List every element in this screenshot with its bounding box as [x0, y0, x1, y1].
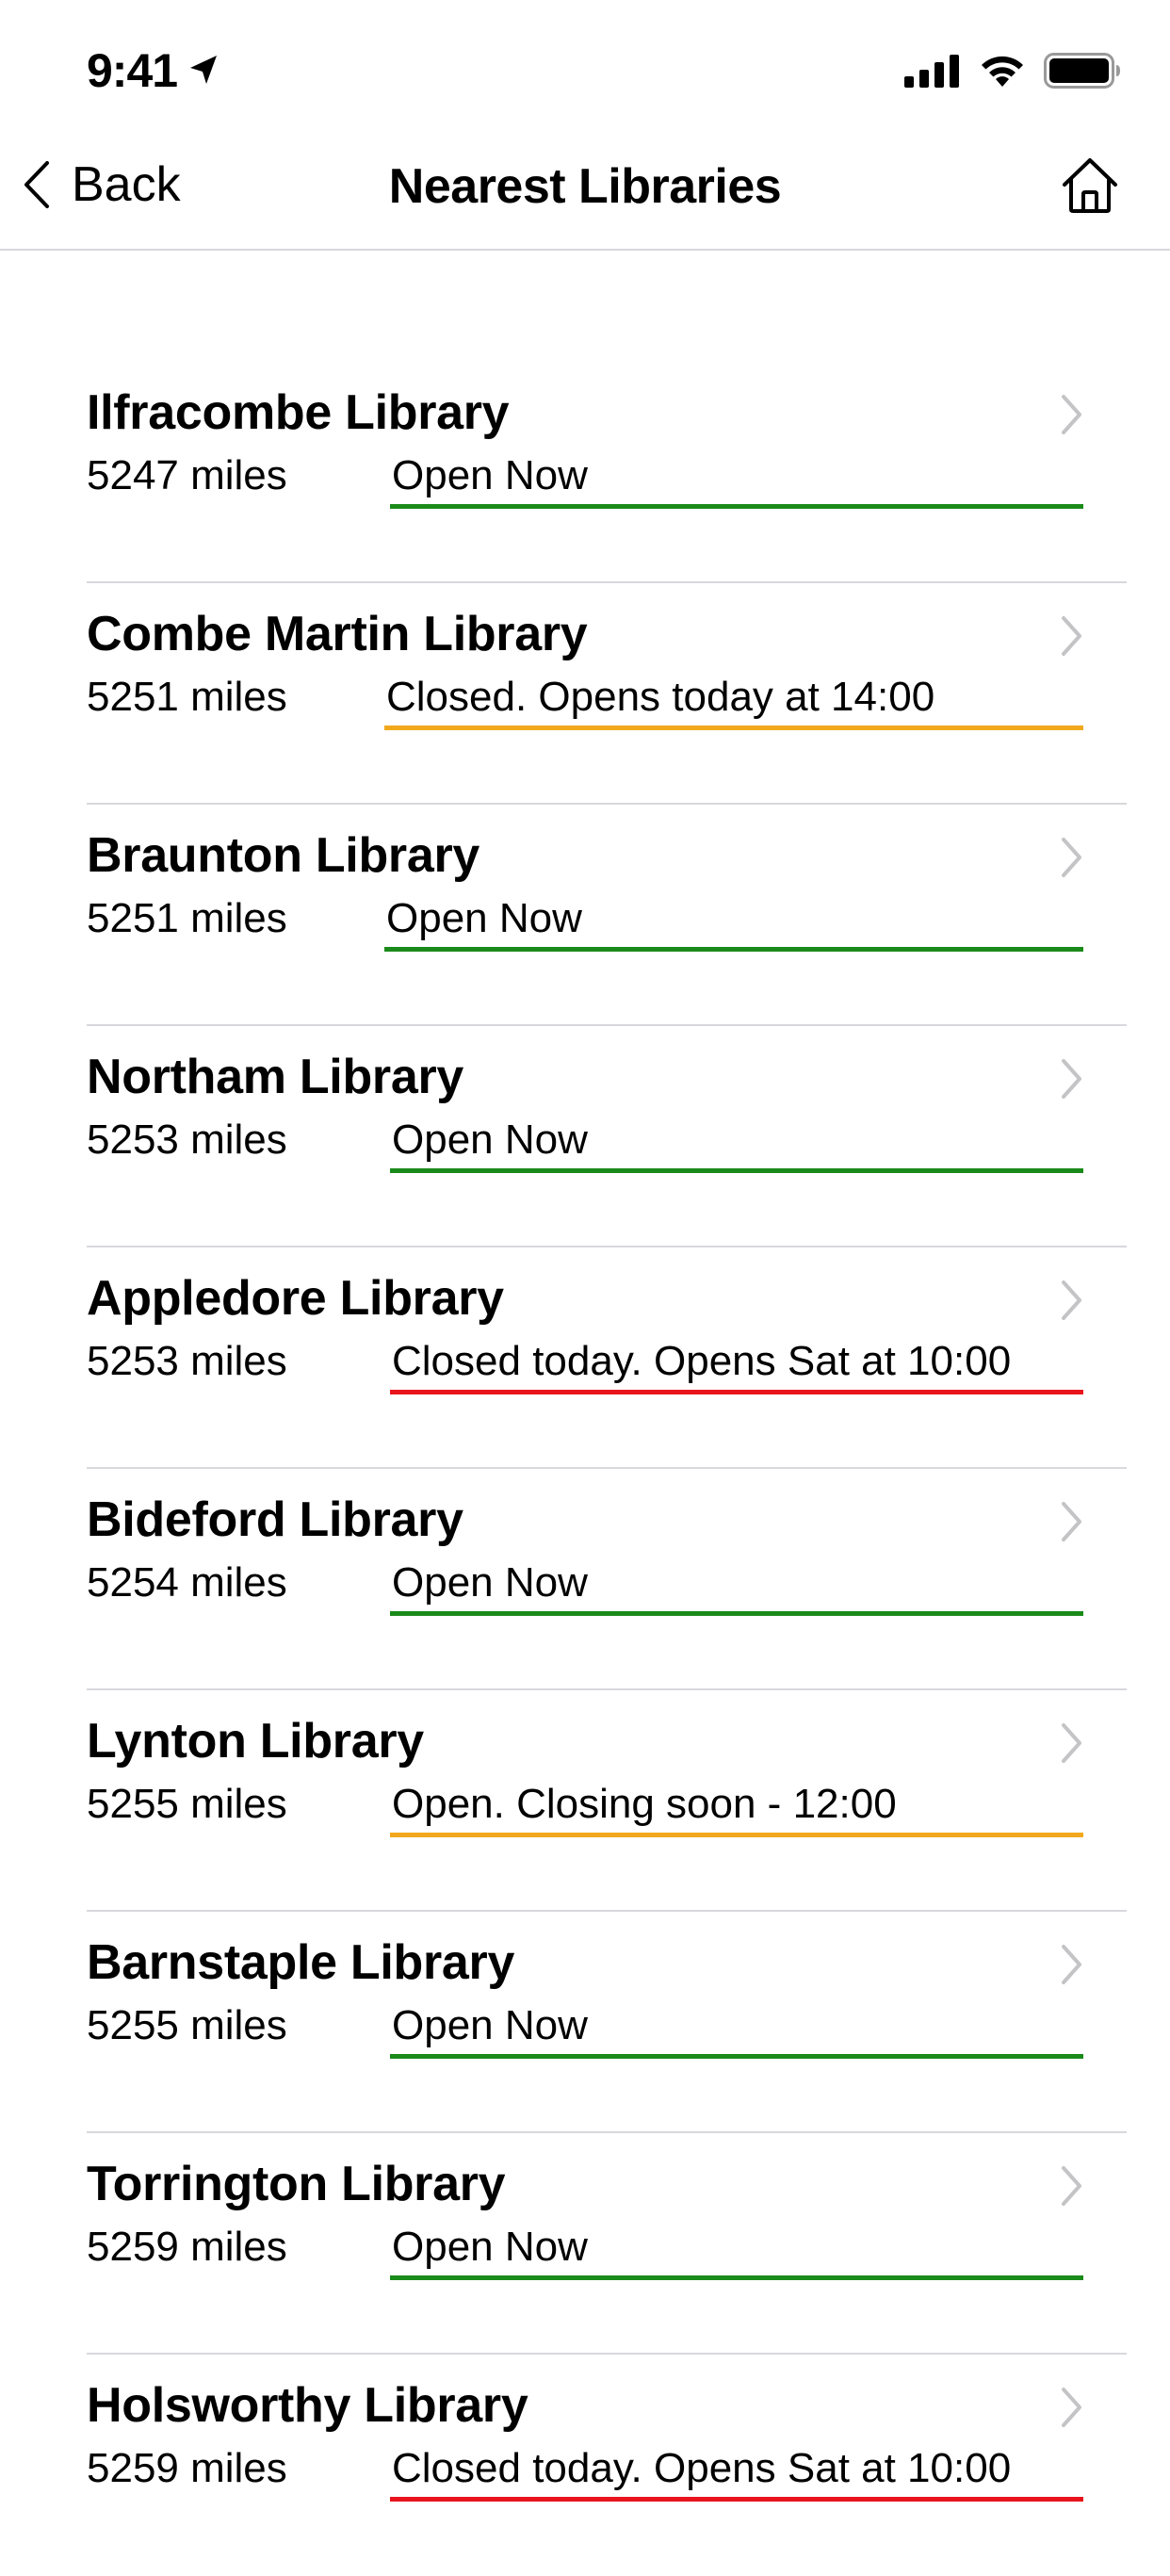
library-status: Open Now — [390, 2224, 1083, 2280]
chevron-right-icon — [1062, 616, 1081, 656]
library-name: Combe Martin Library — [87, 607, 588, 661]
library-status: Open Now — [390, 452, 1083, 509]
location-arrow-icon — [190, 56, 218, 84]
chevron-right-icon — [1062, 2166, 1081, 2206]
library-distance: 5251 miles — [87, 674, 287, 720]
library-row[interactable]: Holsworthy Library 5259 miles Closed tod… — [87, 2355, 1127, 2576]
navigation-bar: Back Nearest Libraries — [0, 132, 1170, 251]
library-distance: 5251 miles — [87, 895, 287, 941]
library-name: Northam Library — [87, 1050, 464, 1104]
library-name: Ilfracombe Library — [87, 385, 510, 440]
library-row[interactable]: Barnstaple Library 5255 miles Open Now — [87, 1912, 1127, 2133]
chevron-right-icon — [1062, 1945, 1081, 1984]
library-name: Bideford Library — [87, 1492, 463, 1547]
chevron-right-icon — [1062, 2388, 1081, 2427]
library-distance: 5255 miles — [87, 2002, 287, 2048]
library-row[interactable]: Bideford Library 5254 miles Open Now — [87, 1469, 1127, 1690]
library-name: Holsworthy Library — [87, 2378, 528, 2433]
wifi-icon — [982, 56, 1023, 87]
status-bar: 9:41 — [0, 0, 1170, 132]
status-icons — [904, 53, 1121, 89]
library-status: Open Now — [390, 1117, 1083, 1173]
library-list: Ilfracombe Library 5247 miles Open Now C… — [87, 362, 1127, 2576]
home-icon[interactable] — [1059, 155, 1121, 217]
library-status: Closed. Opens today at 14:00 — [384, 674, 1083, 730]
library-name: Lynton Library — [87, 1714, 424, 1769]
library-name: Braunton Library — [87, 828, 480, 883]
library-distance: 5253 miles — [87, 1338, 287, 1384]
library-distance: 5254 miles — [87, 1559, 287, 1606]
chevron-right-icon — [1062, 1502, 1081, 1541]
library-distance: 5253 miles — [87, 1117, 287, 1163]
library-row[interactable]: Northam Library 5253 miles Open Now — [87, 1026, 1127, 1247]
status-time-text: 9:41 — [87, 44, 178, 97]
battery-icon — [1044, 53, 1120, 89]
library-distance: 5259 miles — [87, 2224, 287, 2270]
cellular-signal-icon — [904, 55, 959, 88]
library-name: Appledore Library — [87, 1271, 504, 1326]
library-status: Open Now — [390, 2002, 1083, 2059]
page-title: Nearest Libraries — [388, 159, 782, 214]
library-row[interactable]: Braunton Library 5251 miles Open Now — [87, 805, 1127, 1026]
library-name: Barnstaple Library — [87, 1935, 515, 1990]
chevron-right-icon — [1062, 838, 1081, 877]
library-name: Torrington Library — [87, 2157, 506, 2211]
library-row[interactable]: Torrington Library 5259 miles Open Now — [87, 2133, 1127, 2355]
library-row[interactable]: Combe Martin Library 5251 miles Closed. … — [87, 583, 1127, 805]
library-distance: 5255 miles — [87, 1781, 287, 1827]
library-status: Open Now — [384, 895, 1083, 952]
library-status: Closed today. Opens Sat at 10:00 — [390, 2445, 1083, 2502]
library-row[interactable]: Lynton Library 5255 miles Open. Closing … — [87, 1690, 1127, 1912]
library-row[interactable]: Ilfracombe Library 5247 miles Open Now — [87, 362, 1127, 583]
chevron-right-icon — [1062, 1059, 1081, 1099]
status-time: 9:41 — [87, 43, 222, 98]
chevron-right-icon — [1062, 1723, 1081, 1763]
chevron-right-icon — [1062, 1280, 1081, 1320]
library-status: Closed today. Opens Sat at 10:00 — [390, 1338, 1083, 1394]
library-row[interactable]: Appledore Library 5253 miles Closed toda… — [87, 1247, 1127, 1469]
chevron-right-icon — [1062, 395, 1081, 434]
library-status: Open Now — [390, 1559, 1083, 1616]
library-status: Open. Closing soon - 12:00 — [390, 1781, 1083, 1837]
library-distance: 5247 miles — [87, 452, 287, 498]
library-distance: 5259 miles — [87, 2445, 287, 2491]
